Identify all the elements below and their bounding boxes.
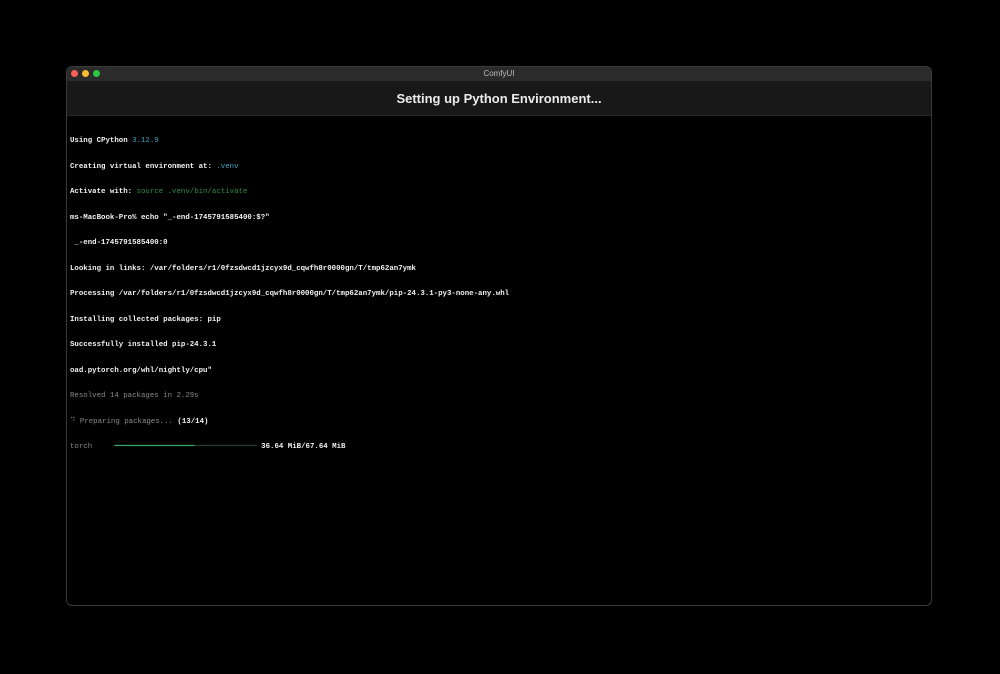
package-count: (13/14) bbox=[177, 417, 209, 426]
progress-bar-filled: ━━━━━━━━━━━━━━━━━━ bbox=[114, 443, 195, 451]
comfyui-window: ComfyUI Setting up Python Environment...… bbox=[66, 66, 932, 606]
package-name: torch bbox=[70, 443, 115, 451]
terminal-line: Looking in links: /var/folders/r1/0fzsdw… bbox=[70, 264, 416, 273]
window-title: ComfyUI bbox=[483, 69, 515, 78]
spinner-status: ⠙ Preparing packages... bbox=[70, 417, 178, 426]
terminal-line: Resolved 14 packages in 2.29s bbox=[70, 392, 199, 400]
terminal-line: Successfully installed pip-24.3.1 bbox=[70, 341, 217, 349]
title-bar[interactable]: ComfyUI bbox=[67, 67, 931, 82]
terminal-output[interactable]: Using CPython 3.12.9 Creating virtual en… bbox=[67, 116, 931, 473]
terminal-line: oad.pytorch.org/whl/nightly/cpu" bbox=[70, 366, 212, 375]
terminal-line: Installing collected packages: pip bbox=[70, 315, 221, 324]
terminal-line: Processing /var/folders/r1/0fzsdwcd1jzcy… bbox=[70, 290, 510, 298]
setup-header: Setting up Python Environment... bbox=[67, 82, 931, 116]
terminal-line: Using CPython 3.12.9 bbox=[70, 137, 928, 146]
terminal-text: Activate with: bbox=[70, 188, 137, 196]
terminal-text: Creating virtual environment at: bbox=[70, 162, 217, 171]
page-title: Setting up Python Environment... bbox=[396, 91, 602, 106]
download-progress-line: torch ━━━━━━━━━━━━━━━━━━━━━━━━━━━━━━━━ 3… bbox=[70, 443, 928, 452]
venv-path: .venv bbox=[216, 162, 239, 171]
terminal-text: Using CPython bbox=[70, 137, 133, 145]
activate-command: source .venv/bin/activate bbox=[136, 188, 248, 196]
download-size: 36.64 MiB/67.64 MiB bbox=[256, 443, 346, 451]
terminal-line: Creating virtual environment at: .venv bbox=[70, 163, 928, 172]
terminal-line: _-end-1745791585400:0 bbox=[70, 239, 168, 247]
terminal-line: Activate with: source .venv/bin/activate bbox=[70, 188, 928, 197]
python-version: 3.12.9 bbox=[132, 137, 159, 145]
progress-bar-remaining: ━━━━━━━━━━━━━━ bbox=[194, 443, 257, 451]
terminal-line: ms-MacBook-Pro% echo "_-end-174579158540… bbox=[70, 213, 270, 222]
terminal-line: ⠙ Preparing packages... (13/14) bbox=[70, 418, 928, 427]
